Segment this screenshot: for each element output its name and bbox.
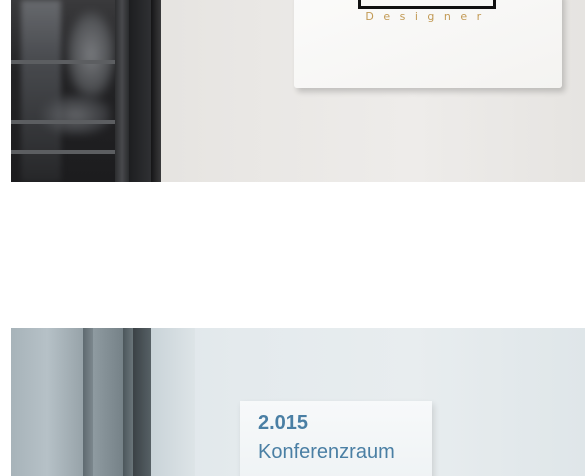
photo-wall-sign-designer: Designer — [11, 0, 585, 182]
door-frame-outer — [133, 328, 151, 476]
window-frame-outer — [129, 0, 151, 182]
glass-door — [11, 328, 131, 476]
window-frame — [115, 0, 129, 182]
wall-sign: Designer — [294, 0, 562, 88]
door-frame-inner — [123, 328, 133, 476]
door-frame — [83, 328, 93, 476]
logo-text: Designer — [365, 10, 491, 23]
logo-mark — [358, 0, 496, 9]
room-number: 2.015 — [258, 412, 309, 434]
photo-room-sign: 2.015 Konferenzraum — [11, 328, 585, 476]
window-frame-edge — [151, 0, 161, 182]
room-sign: 2.015 Konferenzraum — [240, 401, 432, 476]
room-name: Konferenzraum — [258, 441, 395, 463]
door-jamb — [151, 328, 195, 476]
